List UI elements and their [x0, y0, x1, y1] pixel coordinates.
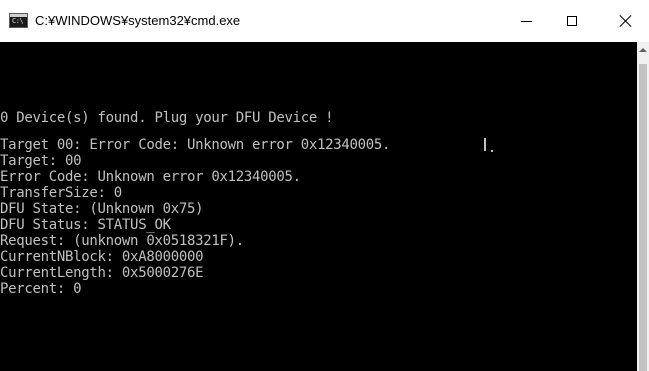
minimize-button[interactable]	[503, 0, 549, 42]
text-cursor-dot	[491, 150, 493, 152]
text-cursor	[484, 138, 486, 151]
console-line: TransferSize: 0	[0, 185, 390, 201]
console-line: Target 00: Error Code: Unknown error 0x1…	[0, 137, 390, 153]
scroll-up-button[interactable]	[637, 42, 649, 58]
console-line: Target: 00	[0, 153, 390, 169]
console-line: CurrentNBlock: 0xA8000000	[0, 249, 390, 265]
maximize-button[interactable]	[549, 0, 595, 42]
close-button[interactable]	[603, 0, 649, 42]
window-title: C:¥WINDOWS¥system32¥cmd.exe	[35, 12, 240, 29]
console-line: Percent: 0	[0, 281, 390, 297]
console-line: Error Code: Unknown error 0x12340005.	[0, 169, 390, 185]
chevron-up-icon	[639, 48, 647, 52]
console-lines: 0 Device(s) found. Plug your DFU Device …	[0, 110, 390, 297]
title-bar[interactable]: C:\ C:¥WINDOWS¥system32¥cmd.exe	[0, 0, 649, 42]
console-output[interactable]: 0 Device(s) found. Plug your DFU Device …	[0, 42, 637, 371]
icon-prompt-glyph: C:\	[12, 17, 23, 26]
console-line: CurrentLength: 0x5000276E	[0, 265, 390, 281]
maximize-icon	[567, 16, 577, 26]
scrollbar-thumb[interactable]	[639, 64, 647, 371]
cmd-console-icon[interactable]: C:\	[9, 13, 28, 28]
vertical-scrollbar[interactable]	[637, 42, 649, 371]
close-icon	[620, 15, 632, 27]
console-line: DFU Status: STATUS_OK	[0, 217, 390, 233]
minimize-icon	[521, 21, 532, 22]
console-line: DFU State: (Unknown 0x75)	[0, 201, 390, 217]
console-line: Request: (unknown 0x0518321F).	[0, 233, 390, 249]
cmd-window: C:\ C:¥WINDOWS¥system32¥cmd.exe 0 Device…	[0, 0, 649, 371]
console-line: 0 Device(s) found. Plug your DFU Device …	[0, 110, 390, 126]
